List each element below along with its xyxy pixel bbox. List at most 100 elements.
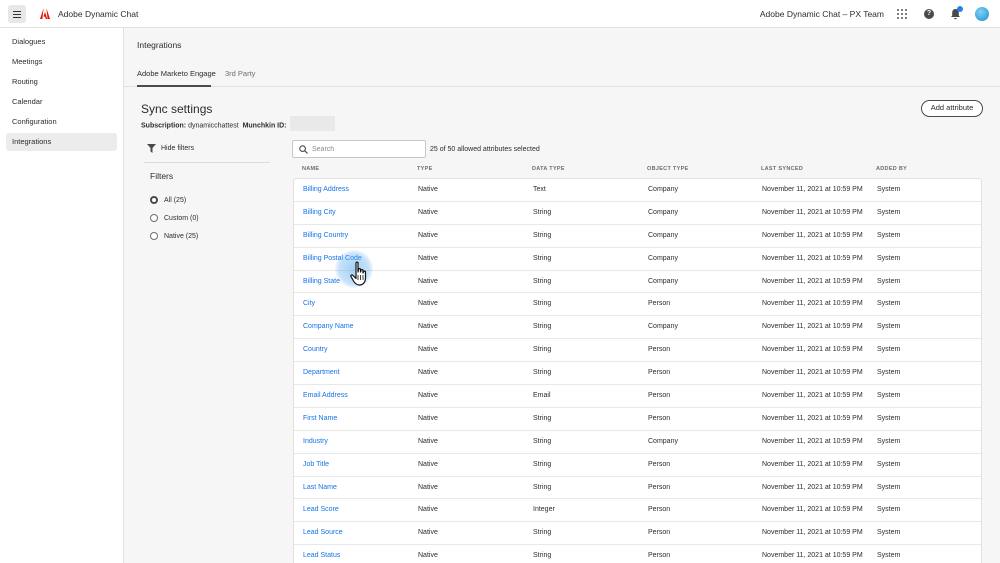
cell-last-synced: November 11, 2021 at 10:59 PM: [762, 208, 863, 216]
cell-added-by: System: [877, 414, 901, 422]
adobe-logo-icon: [40, 8, 50, 19]
cell-name[interactable]: Department: [303, 369, 340, 376]
cell-name[interactable]: Lead Source: [303, 529, 343, 536]
cell-object-type: Person: [648, 346, 671, 354]
cell-object-type: Company: [648, 323, 678, 331]
table-row[interactable]: City Native String Person November 11, 2021 …: [294, 293, 981, 317]
cell-name[interactable]: Industry: [303, 438, 328, 445]
cell-type: Native: [418, 186, 438, 193]
cell-object-type: Person: [648, 414, 671, 422]
column-header-type[interactable]: TYPE: [417, 166, 433, 172]
hide-filters-button[interactable]: Hide filters: [147, 144, 194, 153]
section-title: Sync settings: [141, 102, 213, 116]
cell-object-type: Person: [648, 369, 671, 377]
cell-type: Native: [418, 208, 438, 216]
cell-name[interactable]: City: [303, 300, 315, 307]
cell-added-by: System: [877, 506, 901, 514]
sidebar-item-routing[interactable]: Routing: [6, 73, 117, 91]
apps-grid-icon[interactable]: [897, 9, 907, 19]
cell-data-type: String: [533, 460, 552, 468]
sidebar-item-meetings[interactable]: Meetings: [6, 53, 117, 71]
table-row[interactable]: Email Address Native Email Person November 1…: [294, 385, 981, 408]
table-row[interactable]: Country Native String Person November 11, 20…: [294, 339, 981, 363]
cell-data-type: String: [533, 437, 552, 445]
table-row[interactable]: Job Title Native String Person November 11, …: [294, 454, 981, 477]
radio-unchecked[interactable]: [150, 214, 158, 222]
table-row[interactable]: Billing City Native String Company November …: [294, 202, 981, 225]
cell-name[interactable]: Lead Status: [303, 552, 340, 559]
cell-name[interactable]: Billing State: [303, 278, 340, 285]
filter-icon: [147, 144, 156, 153]
cell-type: Native: [418, 392, 438, 400]
sidebar-item-configuration[interactable]: Configuration: [6, 113, 117, 131]
cell-added-by: System: [877, 392, 901, 400]
table-row[interactable]: Industry Native String Company November 11, …: [294, 431, 981, 454]
cell-object-type: Company: [648, 437, 678, 445]
cell-name[interactable]: Last Name: [303, 484, 337, 491]
cell-type: Native: [418, 437, 438, 445]
cell-type: Native: [418, 483, 438, 491]
cell-data-type: String: [533, 529, 552, 537]
filter-option-native[interactable]: Native (25): [150, 232, 198, 240]
cell-type: Native: [418, 460, 438, 468]
cell-name[interactable]: Billing Country: [303, 232, 348, 239]
sidebar-item-dialogues[interactable]: Dialogues: [6, 33, 117, 51]
search-input[interactable]: [312, 144, 422, 155]
column-header-name[interactable]: NAME: [302, 166, 319, 172]
menu-icon[interactable]: [8, 5, 26, 23]
table-row[interactable]: Lead Status Native String Person November 11…: [294, 545, 981, 563]
tab-3rd-party[interactable]: 3rd Party: [225, 69, 255, 78]
cell-added-by: System: [877, 254, 901, 262]
table-row[interactable]: Department Native String Person November 11,…: [294, 362, 981, 386]
cell-last-synced: November 11, 2021 at 10:59 PM: [762, 437, 863, 445]
filter-option-all[interactable]: All (25): [150, 196, 186, 204]
page-title: Integrations: [137, 40, 182, 50]
table-row[interactable]: Billing Postal Code Native String Company No…: [294, 248, 981, 271]
cell-data-type: String: [533, 300, 552, 308]
table-header: NAME TYPE DATA TYPE OBJECT TYPE LAST SYN…: [293, 158, 982, 178]
tab-adobe-marketo-engage[interactable]: Adobe Marketo Engage: [137, 69, 216, 78]
table-row[interactable]: Lead Source Native String Person November 11…: [294, 522, 981, 546]
cell-name[interactable]: Lead Score: [303, 506, 339, 513]
cell-name[interactable]: Email Address: [303, 392, 348, 399]
cell-name[interactable]: Company Name: [303, 323, 354, 330]
filters-heading: Filters: [150, 171, 174, 181]
column-header-added-by[interactable]: ADDED BY: [876, 166, 907, 172]
main-content: Integrations Adobe Marketo Engage 3rd Pa…: [124, 28, 1000, 563]
selected-count: 25 of 50 allowed attributes selected: [430, 146, 540, 153]
table-row[interactable]: Billing Country Native String Company Novemb…: [294, 225, 981, 248]
cell-name[interactable]: First Name: [303, 415, 337, 422]
column-header-last-synced[interactable]: LAST SYNCED: [761, 166, 803, 172]
cell-added-by: System: [877, 460, 901, 468]
filter-option-custom[interactable]: Custom (0): [150, 214, 199, 222]
help-icon[interactable]: ?: [924, 9, 934, 19]
table-row[interactable]: Company Name Native String Company November …: [294, 316, 981, 340]
cell-name[interactable]: Billing Address: [303, 186, 349, 193]
cell-object-type: Person: [648, 552, 671, 560]
sidebar-item-integrations[interactable]: Integrations: [6, 133, 117, 151]
cell-type: Native: [418, 254, 438, 262]
filter-option-label: Custom (0): [164, 214, 199, 222]
cell-last-synced: November 11, 2021 at 10:59 PM: [762, 277, 863, 285]
cell-name[interactable]: Job Title: [303, 461, 329, 468]
cell-added-by: System: [877, 483, 901, 491]
user-avatar[interactable]: [975, 7, 989, 21]
cell-last-synced: November 11, 2021 at 10:59 PM: [762, 460, 863, 468]
table-row[interactable]: Last Name Native String Person November 11, …: [294, 477, 981, 500]
column-header-data-type[interactable]: DATA TYPE: [532, 166, 565, 172]
column-header-object-type[interactable]: OBJECT TYPE: [647, 166, 689, 172]
cell-name[interactable]: Billing City: [303, 209, 336, 216]
munchkin-label: Munchkin ID:: [242, 122, 287, 130]
table-row[interactable]: Lead Score Native Integer Person November 11…: [294, 499, 981, 523]
cell-name[interactable]: Country: [303, 346, 328, 353]
radio-checked[interactable]: [150, 196, 158, 204]
workspace-name[interactable]: Adobe Dynamic Chat – PX Team: [760, 9, 884, 19]
table-row[interactable]: First Name Native String Person November 11,…: [294, 408, 981, 431]
table-row[interactable]: Billing Address Native Text Company November…: [294, 179, 981, 202]
radio-unchecked[interactable]: [150, 232, 158, 240]
sidebar-item-calendar[interactable]: Calendar: [6, 93, 117, 111]
hide-filters-label: Hide filters: [161, 145, 195, 152]
search-field[interactable]: [292, 140, 426, 158]
table-row[interactable]: Billing State Native String Company November…: [294, 271, 981, 294]
add-attribute-button[interactable]: Add attribute: [921, 100, 983, 117]
